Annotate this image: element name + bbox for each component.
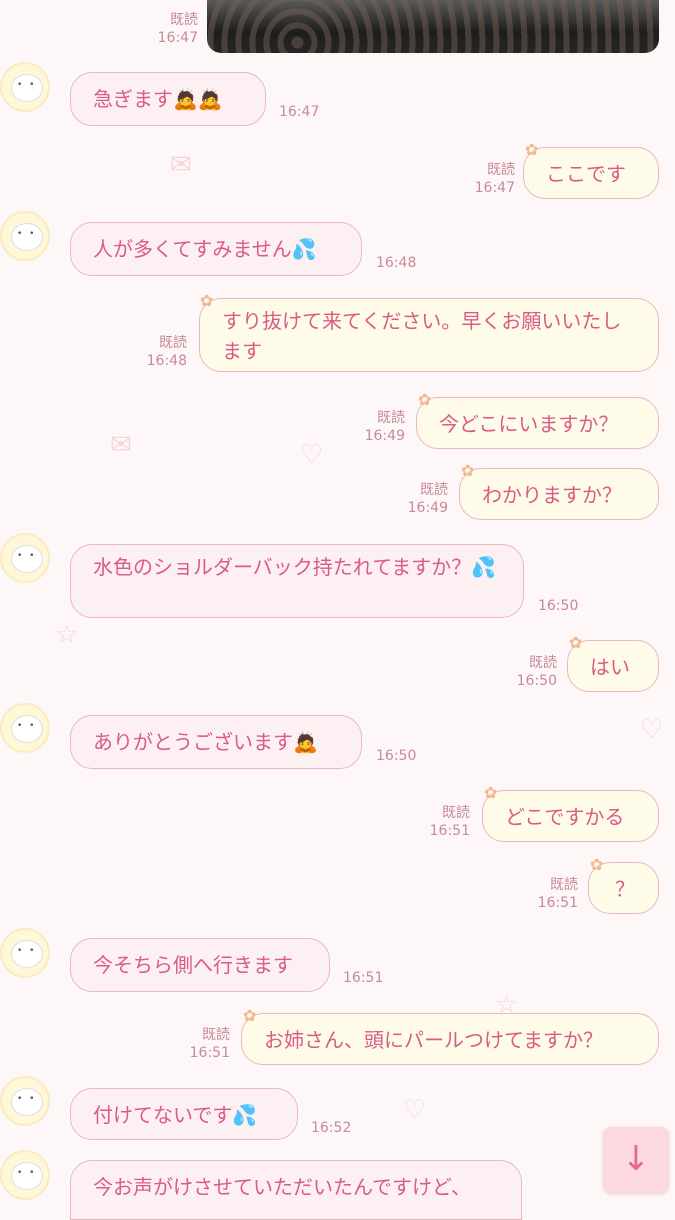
message-read-status: 既読	[159, 335, 187, 351]
message-bubble[interactable]: すり抜けて来てください。早くお願いいたします	[199, 298, 659, 372]
message-timestamp: 16:51	[343, 970, 384, 986]
message-timestamp: 16:50	[376, 748, 417, 764]
message-read-status: 既読	[442, 805, 470, 821]
bow-icon: ✿	[243, 1006, 257, 1025]
bow-icon: ✿	[200, 291, 214, 310]
bow-icon: ✿	[569, 633, 583, 652]
message-read-status: 既読	[377, 410, 405, 426]
message-bubble[interactable]: どこですかる	[482, 790, 659, 842]
message-bubble[interactable]: 水色のショルダーバック持たれてますか？💦	[70, 544, 524, 618]
avatar[interactable]	[0, 1076, 50, 1126]
avatar[interactable]	[0, 1150, 50, 1200]
message-read-status: 既読	[202, 1027, 230, 1043]
background-heart-icon: ♡	[403, 1095, 427, 1125]
scroll-to-bottom-button[interactable]: ↓	[603, 1127, 669, 1193]
message-timestamp: 16:51	[537, 895, 578, 911]
bow-icon: ✿	[418, 390, 432, 409]
message-bubble[interactable]: 人が多くてすみません💦	[70, 222, 362, 276]
message-bubble[interactable]: ありがとうございます🙇	[70, 715, 362, 769]
message-bubble[interactable]: お姉さん、頭にパールつけてますか？	[241, 1013, 659, 1065]
photo-timestamp: 16:47	[157, 30, 198, 46]
avatar[interactable]	[0, 928, 50, 978]
message-read-status: 既読	[420, 482, 448, 498]
message-timestamp: 16:47	[474, 180, 515, 196]
background-heart-icon: ♡	[300, 440, 324, 470]
bow-icon: ✿	[484, 783, 498, 802]
photo-read-status: 既読	[170, 12, 198, 28]
background-envelope-icon: ✉	[110, 430, 132, 460]
message-bubble[interactable]: 今どこにいますか？	[416, 397, 659, 449]
background-heart-icon: ♡	[640, 715, 664, 745]
message-timestamp: 16:47	[279, 104, 320, 120]
message-timestamp: 16:50	[516, 673, 557, 689]
message-bubble[interactable]: 今そちら側へ行きます	[70, 938, 330, 992]
message-timestamp: 16:48	[376, 255, 417, 271]
photo-message[interactable]	[207, 0, 659, 53]
message-timestamp: 16:51	[189, 1045, 230, 1061]
message-bubble[interactable]: ここです	[523, 147, 659, 199]
message-bubble[interactable]: わかりますか？	[459, 468, 659, 520]
avatar[interactable]	[0, 533, 50, 583]
arrow-down-icon: ↓	[621, 1139, 651, 1179]
message-read-status: 既読	[529, 655, 557, 671]
bow-icon: ✿	[590, 855, 604, 874]
avatar[interactable]	[0, 703, 50, 753]
message-read-status: 既読	[487, 162, 515, 178]
background-star-icon: ☆	[55, 620, 79, 650]
bow-icon: ✿	[525, 140, 539, 159]
bow-icon: ✿	[461, 461, 475, 480]
message-timestamp: 16:49	[407, 500, 448, 516]
message-timestamp: 16:49	[364, 428, 405, 444]
message-read-status: 既読	[550, 877, 578, 893]
message-timestamp: 16:52	[311, 1120, 352, 1136]
message-bubble[interactable]: 急ぎます🙇🙇	[70, 72, 266, 126]
background-envelope-icon: ✉	[170, 150, 192, 180]
message-timestamp: 16:50	[538, 598, 579, 614]
avatar[interactable]	[0, 211, 50, 261]
message-timestamp: 16:51	[429, 823, 470, 839]
message-bubble[interactable]: 今お声がけさせていただいたんですけど、	[70, 1160, 522, 1220]
message-timestamp: 16:48	[146, 353, 187, 369]
message-bubble[interactable]: 付けてないです💦	[70, 1088, 298, 1140]
avatar[interactable]	[0, 62, 50, 112]
